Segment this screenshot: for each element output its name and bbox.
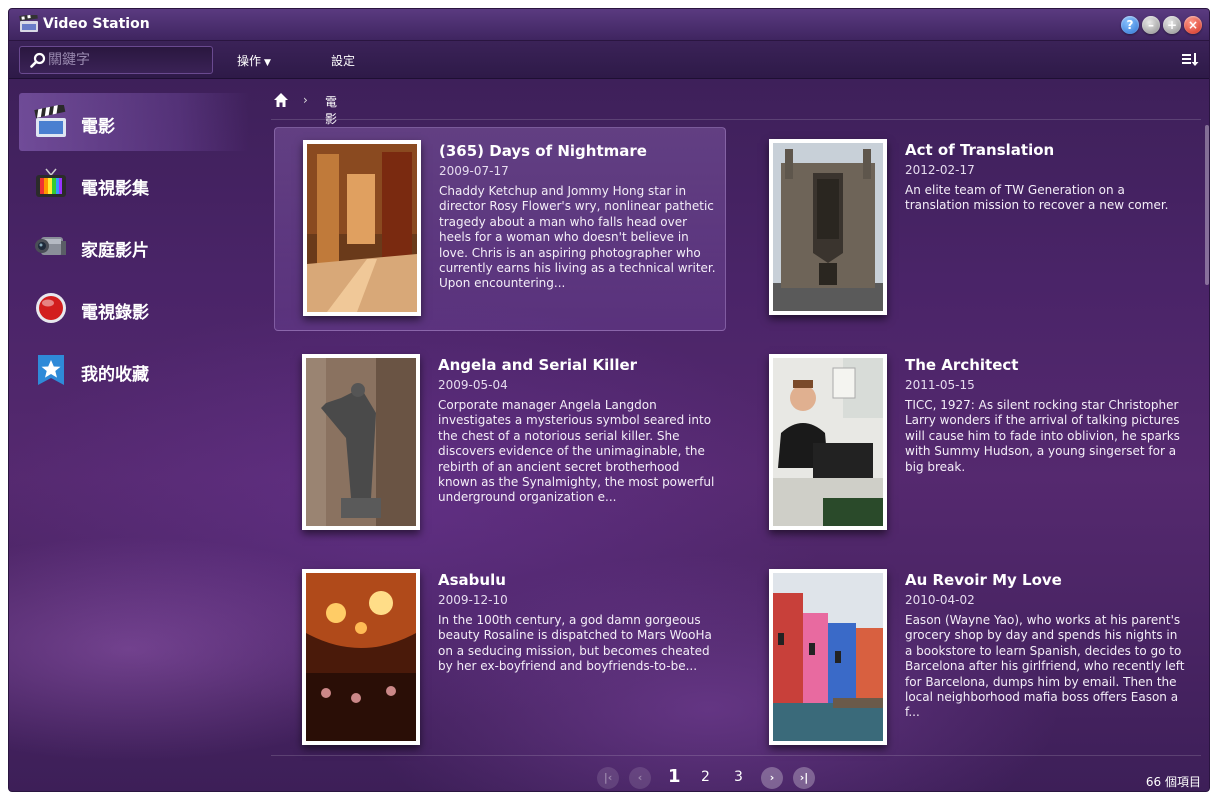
poster-image <box>306 573 416 741</box>
page-number[interactable]: 2 <box>701 769 710 785</box>
sidebar-item-tv-recordings[interactable]: 電視錄影 <box>19 279 249 337</box>
movie-card[interactable]: Angela and Serial Killer 2009-05-04 Corp… <box>274 342 726 546</box>
actions-menu-button[interactable]: 操作 ▼ <box>237 52 271 69</box>
settings-button[interactable]: 設定 <box>331 52 355 69</box>
movie-card[interactable]: Act of Translation 2012-02-17 An elite t… <box>741 127 1193 331</box>
search-box[interactable] <box>19 46 213 74</box>
item-count: 66 個項目 <box>1145 775 1201 789</box>
breadcrumb-separator: › <box>303 93 308 107</box>
poster-image <box>773 358 883 526</box>
movie-poster[interactable] <box>302 569 420 745</box>
poster-image <box>307 144 417 312</box>
movie-title[interactable]: Angela and Serial Killer <box>438 356 637 374</box>
sidebar-item-tv-shows[interactable]: 電視影集 <box>19 155 249 213</box>
last-page-button[interactable]: ›| <box>793 767 815 789</box>
movie-date: 2011-05-15 <box>905 378 975 392</box>
caret-down-icon: ▼ <box>264 58 271 68</box>
poster-image <box>773 573 883 741</box>
close-button[interactable]: × <box>1184 16 1202 34</box>
poster-image <box>773 143 883 311</box>
divider <box>271 755 1201 756</box>
next-page-button[interactable]: › <box>761 767 783 789</box>
page-number[interactable]: 1 <box>668 766 681 787</box>
sidebar-item-favorites[interactable]: 我的收藏 <box>19 341 249 399</box>
sidebar-item-label: 電影 <box>81 117 115 137</box>
movie-description: Chaddy Ketchup and Jommy Hong star in di… <box>439 184 716 291</box>
tv-icon <box>36 168 66 197</box>
app-title: Video Station <box>43 16 150 32</box>
page-number[interactable]: 3 <box>734 769 743 785</box>
movie-title[interactable]: (365) Days of Nightmare <box>439 142 647 160</box>
sort-icon[interactable] <box>1181 51 1199 67</box>
movie-description: Corporate manager Angela Langdon investi… <box>438 398 715 505</box>
search-input[interactable] <box>48 50 208 70</box>
video-station-window: Video Station ? – + × 操作▼ 設定 <box>8 8 1210 792</box>
title-bar: Video Station ? – + × <box>9 9 1209 41</box>
movie-poster[interactable] <box>302 354 420 530</box>
movie-poster[interactable] <box>769 354 887 530</box>
camcorder-icon <box>35 237 66 255</box>
movie-card[interactable]: The Architect 2011-05-15 TICC, 1927: As … <box>741 342 1193 546</box>
sidebar-item-label: 我的收藏 <box>81 365 149 385</box>
actions-label: 操作 <box>237 54 262 68</box>
record-icon <box>36 293 66 323</box>
movie-description: An elite team of TW Generation on a tran… <box>905 183 1169 213</box>
home-icon[interactable] <box>273 92 289 108</box>
movie-date: 2010-04-02 <box>905 593 975 607</box>
movie-date: 2009-07-17 <box>439 164 509 178</box>
movie-title[interactable]: Au Revoir My Love <box>905 571 1062 589</box>
settings-label: 設定 <box>331 54 356 68</box>
movie-poster[interactable] <box>769 139 887 315</box>
movie-description: Eason (Wayne Yao), who works at his pare… <box>905 613 1185 720</box>
clapperboard-icon <box>34 105 66 137</box>
movie-date: 2009-12-10 <box>438 593 508 607</box>
video-station-app-icon <box>19 15 38 32</box>
movie-title[interactable]: Asabulu <box>438 571 506 589</box>
divider <box>271 119 1201 120</box>
first-page-button[interactable]: |‹ <box>597 767 619 789</box>
sidebar-item-movies[interactable]: 電影 <box>19 93 249 151</box>
movie-description: TICC, 1927: As silent rocking star Chris… <box>905 398 1180 474</box>
movie-date: 2009-05-04 <box>438 378 508 392</box>
star-icon <box>38 355 64 385</box>
poster-image <box>306 358 416 526</box>
minimize-button[interactable]: – <box>1142 16 1160 34</box>
movie-description: In the 100th century, a god damn gorgeou… <box>438 613 712 674</box>
sidebar-item-label: 家庭影片 <box>81 241 149 261</box>
movie-poster[interactable] <box>769 569 887 745</box>
sidebar-item-home-videos[interactable]: 家庭影片 <box>19 217 249 275</box>
toolbar: 操作▼ 設定 <box>9 41 1209 79</box>
sidebar-item-label: 電視錄影 <box>81 303 149 323</box>
help-button[interactable]: ? <box>1121 16 1139 34</box>
scrollbar[interactable] <box>1205 125 1209 285</box>
movie-date: 2012-02-17 <box>905 163 975 177</box>
search-icon <box>30 52 46 68</box>
prev-page-button[interactable]: ‹ <box>629 767 651 789</box>
sidebar: 電影 電視影集 家庭影片 電視錄影 我的收藏 <box>9 79 249 791</box>
movie-title[interactable]: The Architect <box>905 356 1018 374</box>
movie-card[interactable]: Au Revoir My Love 2010-04-02 Eason (Wayn… <box>741 557 1193 761</box>
breadcrumb-current: 電影 <box>325 95 338 126</box>
movie-card[interactable]: Asabulu 2009-12-10 In the 100th century,… <box>274 557 726 761</box>
movie-title[interactable]: Act of Translation <box>905 141 1054 159</box>
movie-poster[interactable] <box>303 140 421 316</box>
movie-card[interactable]: (365) Days of Nightmare 2009-07-17 Chadd… <box>274 127 726 331</box>
sidebar-item-label: 電視影集 <box>81 179 149 199</box>
maximize-button[interactable]: + <box>1163 16 1181 34</box>
